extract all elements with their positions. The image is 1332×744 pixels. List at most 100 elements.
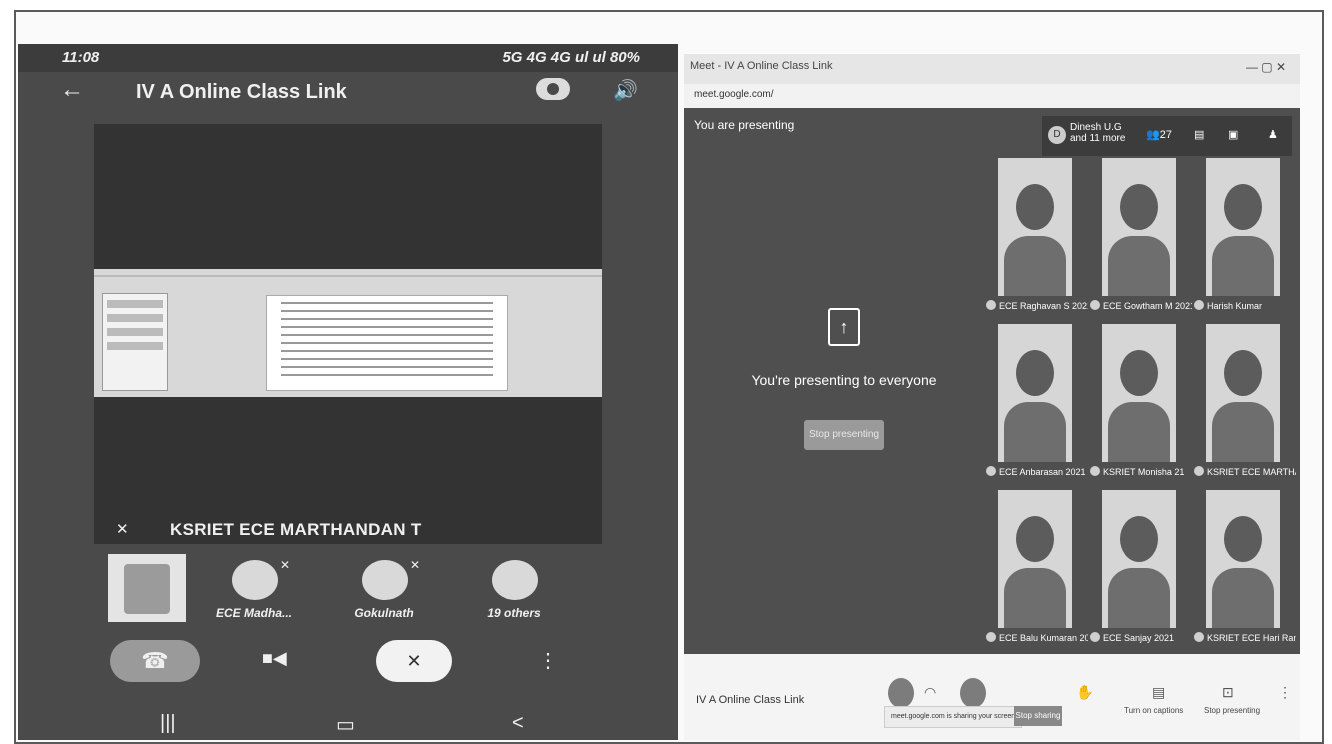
participant-video xyxy=(1206,158,1280,296)
participant-tile[interactable]: Harish Kumar xyxy=(1192,158,1296,322)
presenting-status: You are presenting xyxy=(694,118,795,132)
phone-meet-app: 11:08 5G 4G 4G ul ul 80% ← IV A Online C… xyxy=(18,44,678,740)
shared-slide-panel xyxy=(102,293,168,391)
address-bar[interactable]: meet.google.com/ xyxy=(684,84,1300,109)
participant-name: ECE Anbarasan 2021 xyxy=(986,466,1088,477)
presentation-stage: ✕ KSRIET ECE MARTHANDAN T xyxy=(94,124,602,544)
participant-name: ECE Raghavan S 2021 xyxy=(986,300,1088,311)
participant-tile[interactable]: KSRIET Monisha 21 xyxy=(1088,324,1192,488)
participants-summary[interactable]: Dinesh U.G and 11 more xyxy=(1070,122,1130,144)
url-text[interactable]: meet.google.com/ xyxy=(694,89,774,100)
present-icon[interactable]: ⊡ xyxy=(1222,684,1234,701)
participant-video xyxy=(1102,158,1176,296)
back-arrow-icon[interactable]: ← xyxy=(60,76,84,104)
shared-document xyxy=(266,295,508,391)
participant-name: ECE Gowtham M 2021 xyxy=(1090,300,1192,311)
mic-toggle-button[interactable]: ✕ xyxy=(376,640,452,682)
presenting-to-everyone: You're presenting to everyone xyxy=(751,372,937,388)
participant-tile[interactable]: ECE Gowtham M 2021 xyxy=(1088,158,1192,322)
participant-tile[interactable]: ✕ Gokulnath xyxy=(344,554,424,626)
end-call-button[interactable]: ☎ xyxy=(110,640,200,682)
participants-line2: and 11 more xyxy=(1070,133,1126,144)
presenter-bar: ✕ KSRIET ECE MARTHANDAN T xyxy=(94,516,602,544)
participant-video xyxy=(998,324,1072,462)
participant-video xyxy=(998,158,1072,296)
tab-meet[interactable]: Meet - IV A Online Class Link xyxy=(690,60,832,72)
participant-tile[interactable]: ECE Anbarasan 2021 xyxy=(984,324,1088,488)
back-nav-icon[interactable]: < xyxy=(512,712,524,735)
present-upload-icon: ↑ xyxy=(828,308,860,346)
mic-off-icon: ✕ xyxy=(406,651,422,671)
participant-count: 27 xyxy=(1159,129,1172,141)
participant-name: Harish Kumar xyxy=(1194,300,1296,311)
recents-icon[interactable]: ||| xyxy=(160,712,176,735)
hangup-icon[interactable]: ◠ xyxy=(924,684,936,701)
more-options-icon[interactable]: ⋮ xyxy=(1278,684,1292,701)
chat-icon[interactable]: ▤ xyxy=(1194,128,1204,141)
participant-strip: ✕ ECE Madha... ✕ Gokulnath 19 others xyxy=(18,554,678,630)
mic-off-icon: ✕ xyxy=(279,558,290,572)
screen-share-notice: meet.google.com is sharing your screen xyxy=(884,706,1022,728)
participant-video xyxy=(1102,490,1176,628)
participant-name: KSRIET ECE MARTHAN... xyxy=(1194,466,1296,477)
mic-off-icon: ✕ xyxy=(116,521,129,538)
android-nav-bar: ||| ▭ < xyxy=(18,710,678,740)
call-controls: ☎ ■◀ ✕ ⋮ xyxy=(18,634,678,690)
switch-camera-icon[interactable] xyxy=(536,78,570,100)
participant-tile[interactable]: ✕ ECE Madha... xyxy=(214,554,294,626)
participant-name: ECE Madha... xyxy=(215,606,292,620)
participant-name: ECE Balu Kumaran 2021 xyxy=(986,632,1088,643)
meet-bottom-bar: IV A Online Class Link ◠ ✋ ▤ Turn on cap… xyxy=(684,654,1300,740)
browser-window: Meet - IV A Online Class Link — ▢ ✕ meet… xyxy=(684,54,1300,740)
tab-bar: Meet - IV A Online Class Link — ▢ ✕ xyxy=(684,54,1300,84)
mic-off-icon: ✕ xyxy=(409,558,420,572)
speaker-icon[interactable]: 🔊 xyxy=(613,78,638,103)
presentation-thumb-icon[interactable]: ▣ xyxy=(1228,128,1238,141)
participant-name: 19 others xyxy=(487,606,541,620)
home-icon[interactable]: ▭ xyxy=(336,712,355,737)
phone-hangup-icon: ☎ xyxy=(141,648,169,673)
meet-main: You are presenting D Dinesh U.G and 11 m… xyxy=(684,108,1300,654)
call-header: ← IV A Online Class Link 🔊 xyxy=(18,72,678,112)
presenter-name: KSRIET ECE MARTHANDAN T xyxy=(170,520,422,539)
avatar-group xyxy=(492,560,538,600)
meet-top-icons: D Dinesh U.G and 11 more 👥27 ▤ ▣ ♟ xyxy=(1042,116,1292,156)
participant-tile[interactable]: ECE Raghavan S 2021 xyxy=(984,158,1088,322)
avatar xyxy=(232,560,278,600)
shared-toolbar xyxy=(94,275,602,277)
self-view-tile[interactable] xyxy=(108,554,186,622)
participant-tile[interactable]: 19 others xyxy=(474,554,554,626)
captions-icon[interactable]: ▤ xyxy=(1152,684,1165,701)
participant-name: KSRIET Monisha 21 xyxy=(1090,466,1192,477)
participant-avatar[interactable]: D xyxy=(1048,126,1066,144)
camera-button[interactable] xyxy=(960,678,986,708)
status-indicators: 5G 4G 4G ul ul 80% xyxy=(502,49,640,66)
self-video xyxy=(124,564,170,614)
participant-video xyxy=(1102,324,1176,462)
more-options-icon[interactable]: ⋮ xyxy=(538,648,558,673)
people-icon[interactable]: 👥27 xyxy=(1146,128,1172,141)
meeting-title[interactable]: IV A Online Class Link xyxy=(136,81,347,104)
mic-button[interactable] xyxy=(888,678,914,708)
participant-name: ECE Sanjay 2021 xyxy=(1090,632,1192,643)
window-controls[interactable]: — ▢ ✕ xyxy=(1246,60,1286,74)
meeting-name[interactable]: IV A Online Class Link xyxy=(696,694,804,706)
participant-tile[interactable]: ECE Sanjay 2021 xyxy=(1088,490,1192,654)
participant-name: Gokulnath xyxy=(354,606,414,620)
video-camera-icon[interactable]: ■◀ xyxy=(262,648,287,669)
presenting-panel: ↑ You're presenting to everyone Stop pre… xyxy=(724,308,964,450)
status-time: 11:08 xyxy=(62,49,100,66)
hand-icon[interactable]: ✋ xyxy=(1076,684,1093,701)
status-bar: 11:08 5G 4G 4G ul ul 80% xyxy=(18,44,678,72)
participant-video xyxy=(998,490,1072,628)
participant-tile[interactable]: KSRIET ECE Hari Ram S... xyxy=(1192,490,1296,654)
stop-presenting-button[interactable]: Stop presenting xyxy=(804,420,884,450)
participant-tile[interactable]: KSRIET ECE MARTHAN... xyxy=(1192,324,1296,488)
present-label: Stop presenting xyxy=(1204,706,1261,715)
participant-video xyxy=(1206,324,1280,462)
stop-sharing-button[interactable]: Stop sharing xyxy=(1014,706,1062,726)
person-icon[interactable]: ♟ xyxy=(1268,128,1278,141)
participant-tile[interactable]: ECE Balu Kumaran 2021 xyxy=(984,490,1088,654)
participant-grid: ECE Raghavan S 2021 ECE Gowtham M 2021 H… xyxy=(984,158,1296,648)
avatar xyxy=(362,560,408,600)
